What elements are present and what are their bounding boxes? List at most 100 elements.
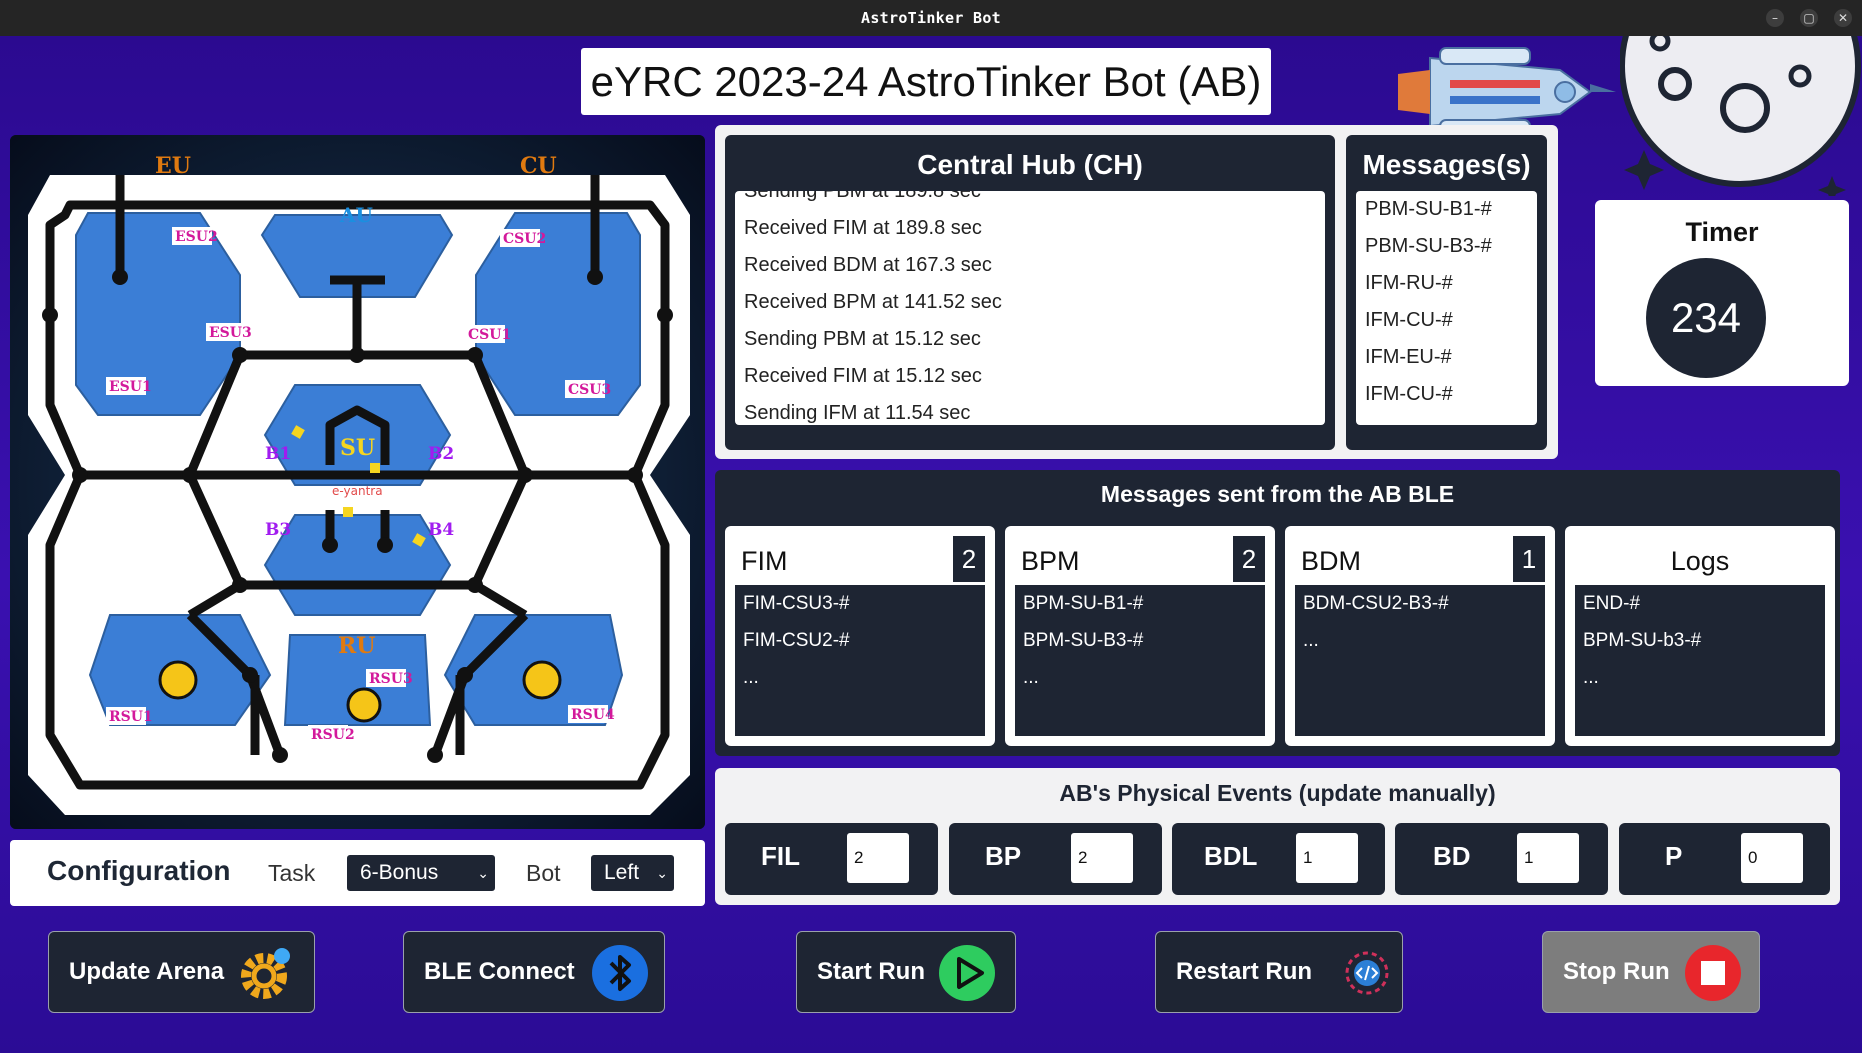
unit-label-esu2: ESU2 <box>175 229 218 245</box>
restart-run-button[interactable]: Restart Run <box>1155 931 1403 1013</box>
message-item: PBM-SU-B1-# <box>1365 198 1492 220</box>
zone-label-su: SU <box>340 435 375 461</box>
logs-card: Logs END-# BPM-SU-b3-# ... <box>1565 526 1835 746</box>
list-item: END-# <box>1583 593 1641 614</box>
log-item: Received BPM at 141.52 sec <box>744 291 1002 313</box>
list-item: BDM-CSU2-B3-# <box>1303 593 1449 614</box>
timer-label: Timer <box>1685 217 1759 247</box>
ble-messages-panel: Messages sent from the AB BLE FIM 2 FIM-… <box>715 470 1840 756</box>
app-title: eYRC 2023-24 AstroTinker Bot (AB) <box>581 48 1271 115</box>
bot-select-value: Left <box>604 861 640 884</box>
messages-list[interactable]: PBM-SU-B1-# PBM-SU-B3-# IFM-RU-# IFM-CU-… <box>1356 191 1537 425</box>
fim-list[interactable]: FIM-CSU3-# FIM-CSU2-# ... <box>735 585 985 736</box>
configuration-label: Configuration <box>47 855 231 886</box>
bpm-count-badge: 2 <box>1233 536 1265 582</box>
unit-label-b4: B4 <box>428 520 454 540</box>
event-p-label: P <box>1665 841 1683 871</box>
unit-label-esu1: ESU1 <box>109 379 152 395</box>
list-item: ... <box>743 667 759 688</box>
log-item: Received BDM at 167.3 sec <box>744 254 992 276</box>
code-refresh-icon <box>1345 951 1389 995</box>
fim-card: FIM 2 FIM-CSU3-# FIM-CSU2-# ... <box>725 526 995 746</box>
bdm-card: BDM 1 BDM-CSU2-B3-# ... <box>1285 526 1555 746</box>
unit-label-b1: B1 <box>265 444 291 464</box>
unit-label-csu1: CSU1 <box>468 327 511 343</box>
message-item: IFM-RU-# <box>1365 272 1453 294</box>
unit-label-rsu3: RSU3 <box>369 671 413 687</box>
logs-list[interactable]: END-# BPM-SU-b3-# ... <box>1575 585 1825 736</box>
zone-label-ru: RU <box>338 633 375 659</box>
restart-run-label: Restart Run <box>1176 958 1313 985</box>
bot-label: Bot <box>526 860 561 886</box>
event-p: P 0 <box>1619 823 1830 895</box>
bdm-count-badge: 1 <box>1513 536 1545 582</box>
ble-messages-title: Messages sent from the AB BLE <box>1100 481 1455 507</box>
chevron-down-icon: ⌄ <box>656 865 668 881</box>
log-item: Sending PBM at 189.8 sec <box>744 191 981 202</box>
arena-map: EU CU RU AU SU e-yantra ESU2 ESU3 ESU1 C… <box>10 135 705 829</box>
task-select[interactable]: 6-Bonus ⌄ <box>347 855 495 891</box>
start-run-label: Start Run <box>817 958 925 985</box>
configuration-panel: Configuration Task 6-Bonus ⌄ Bot Left ⌄ <box>10 840 705 906</box>
bdm-card-title: BDM <box>1301 546 1361 576</box>
zone-label-eu: EU <box>155 153 191 179</box>
chevron-down-icon: ⌄ <box>477 865 489 881</box>
list-item: FIM-CSU2-# <box>743 630 850 651</box>
unit-label-rsu4: RSU4 <box>571 707 615 723</box>
event-bd-label: BD <box>1433 841 1471 871</box>
list-item: ... <box>1303 630 1319 651</box>
messages-title: Messages(s) <box>1362 149 1531 180</box>
event-bdl-label: BDL <box>1204 841 1258 871</box>
unit-label-b3: B3 <box>265 520 291 540</box>
stop-run-button[interactable]: Stop Run <box>1542 931 1760 1013</box>
bpm-card-title: BPM <box>1021 546 1080 576</box>
event-bd-input[interactable]: 1 <box>1517 833 1579 883</box>
task-select-value: 6-Bonus <box>360 861 439 884</box>
window-titlebar: AstroTinker Bot – ▢ ✕ <box>0 0 1862 36</box>
play-icon <box>939 945 995 1001</box>
bdm-list[interactable]: BDM-CSU2-B3-# ... <box>1295 585 1545 736</box>
close-button[interactable]: ✕ <box>1834 9 1852 27</box>
gear-icon <box>241 948 290 999</box>
central-hub-title: Central Hub (CH) <box>917 149 1143 180</box>
bluetooth-icon <box>592 945 648 1001</box>
stop-icon <box>1685 945 1741 1001</box>
timer-panel: Timer 234 <box>1595 200 1849 386</box>
arena-drawing: EU CU RU AU SU e-yantra ESU2 ESU3 ESU1 C… <box>10 135 705 829</box>
central-hub-log[interactable]: Sending PBM at 189.8 sec Received FIM at… <box>735 191 1325 425</box>
unit-label-csu3: CSU3 <box>568 382 611 398</box>
list-item: ... <box>1023 667 1039 688</box>
start-run-button[interactable]: Start Run <box>796 931 1016 1013</box>
unit-label-esu3: ESU3 <box>209 325 252 341</box>
unit-label-csu2: CSU2 <box>503 231 546 247</box>
event-fil-input[interactable]: 2 <box>847 833 909 883</box>
list-item: BPM-SU-B1-# <box>1023 593 1144 614</box>
event-fil: FIL 2 <box>725 823 938 895</box>
stop-run-label: Stop Run <box>1563 958 1670 985</box>
message-item: IFM-EU-# <box>1365 346 1452 368</box>
ble-connect-label: BLE Connect <box>424 958 575 985</box>
list-item: FIM-CSU3-# <box>743 593 850 614</box>
event-bdl-input[interactable]: 1 <box>1296 833 1358 883</box>
central-hub-panel: Central Hub (CH) Sending PBM at 189.8 se… <box>725 135 1335 450</box>
bpm-list[interactable]: BPM-SU-B1-# BPM-SU-B3-# ... <box>1015 585 1265 736</box>
log-item: Sending IFM at 11.54 sec <box>744 402 971 424</box>
fim-card-title: FIM <box>741 546 788 576</box>
moon-illustration <box>1620 36 1861 196</box>
bot-select[interactable]: Left ⌄ <box>591 855 674 891</box>
list-item: ... <box>1583 667 1599 688</box>
event-bp-input[interactable]: 2 <box>1071 833 1133 883</box>
event-bd: BD 1 <box>1395 823 1608 895</box>
bpm-card: BPM 2 BPM-SU-B1-# BPM-SU-B3-# ... <box>1005 526 1275 746</box>
timer-value: 234 <box>1646 258 1766 378</box>
minimize-button[interactable]: – <box>1766 9 1784 27</box>
ble-connect-button[interactable]: BLE Connect <box>403 931 665 1013</box>
event-bp: BP 2 <box>949 823 1162 895</box>
update-arena-button[interactable]: Update Arena <box>48 931 315 1013</box>
maximize-button[interactable]: ▢ <box>1800 9 1818 27</box>
physical-events-title: AB's Physical Events (update manually) <box>1059 780 1496 806</box>
event-bdl: BDL 1 <box>1172 823 1385 895</box>
update-arena-label: Update Arena <box>69 958 225 985</box>
window-title: AstroTinker Bot <box>861 9 1001 27</box>
event-p-input[interactable]: 0 <box>1741 833 1803 883</box>
